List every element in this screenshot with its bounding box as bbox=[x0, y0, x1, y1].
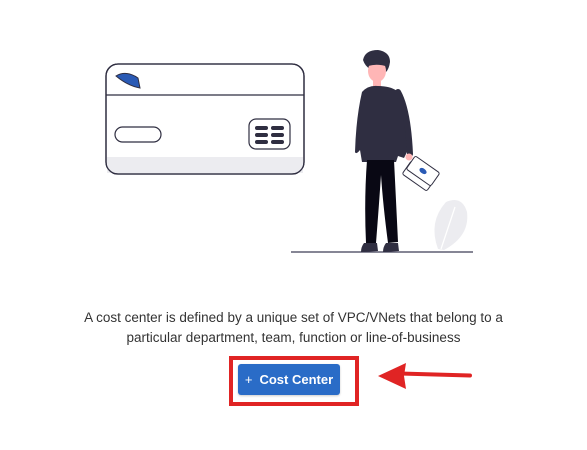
add-cost-center-label: Cost Center bbox=[259, 372, 334, 387]
credit-card-icon bbox=[105, 63, 305, 175]
leaf-icon bbox=[434, 199, 468, 250]
card-chip-icon bbox=[248, 118, 291, 150]
empty-state-description: A cost center is defined by a unique set… bbox=[60, 308, 527, 348]
plus-icon: + bbox=[244, 372, 253, 387]
add-cost-center-button[interactable]: + Cost Center bbox=[238, 364, 340, 395]
description-line-2: particular department, team, function or… bbox=[126, 330, 461, 345]
arrow-left-icon bbox=[378, 363, 472, 389]
bills-icon bbox=[402, 156, 440, 191]
description-line-1: A cost center is defined by a unique set… bbox=[84, 310, 503, 325]
empty-state-illustration bbox=[105, 50, 473, 253]
person-figure bbox=[355, 50, 440, 252]
